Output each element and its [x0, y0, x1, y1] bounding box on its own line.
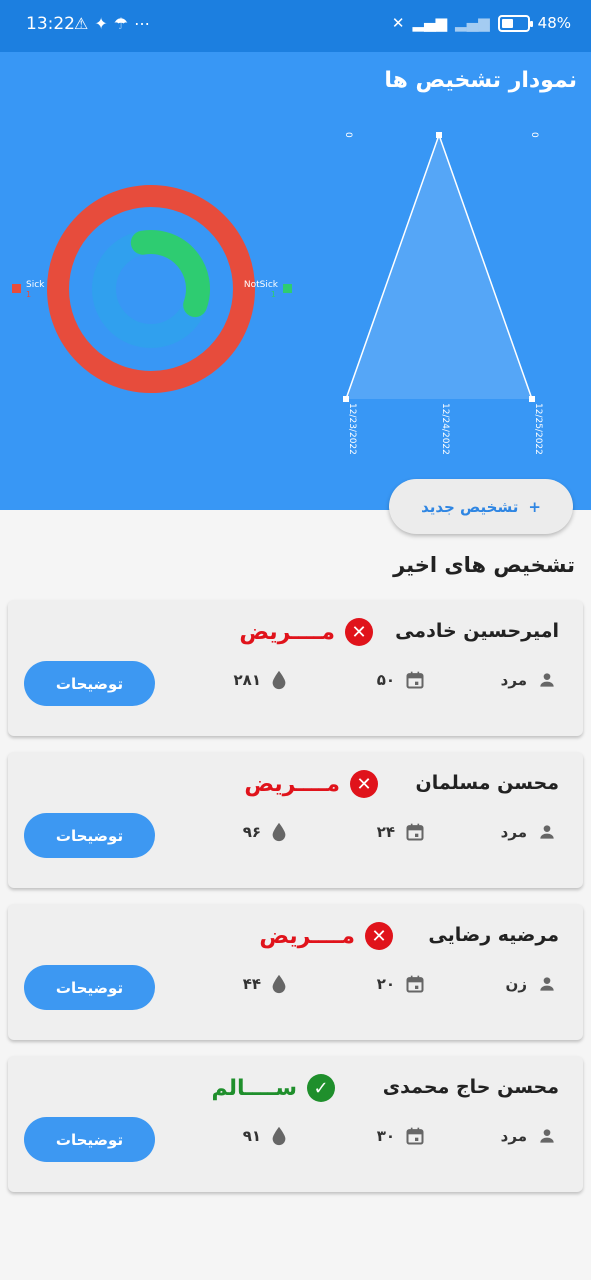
check-icon: ✓: [307, 1074, 335, 1102]
sugar-value: ۹۶: [242, 823, 261, 841]
age-value: ۳۰: [376, 1127, 395, 1145]
person-icon: [537, 822, 557, 842]
patient-name: مرضیه رضایی: [428, 924, 559, 946]
gender-value: مرد: [500, 671, 527, 689]
legend-sick-value: 1: [26, 290, 31, 299]
sugar-value: ۴۴: [242, 975, 261, 993]
sugar-info: ۴۴: [243, 974, 287, 994]
warning-icon: ⚠: [74, 14, 95, 33]
status-bar: 13:22 ⚠✦☂⋯ ✕ ▂▄▆ ▂▄▆ 48%: [0, 0, 591, 52]
age-info: ۲۴: [377, 822, 425, 842]
age-info: ۵۰: [377, 670, 425, 690]
calendar-icon: [405, 974, 425, 994]
area-point: [436, 132, 442, 138]
legend-notsick-value: 1: [271, 290, 276, 299]
area-x-label: 12/23/2022: [347, 403, 357, 455]
error-icon: ✕: [365, 922, 393, 950]
sugar-value: ۹۱: [242, 1127, 261, 1145]
details-button[interactable]: توضیحات: [24, 1117, 155, 1162]
details-button[interactable]: توضیحات: [24, 813, 155, 858]
diagnosis-card: محسن حاج محمدی ✓ ســــالم مرد ۳۰ ۹۱ توضیحات: [8, 1056, 583, 1192]
chart-panel: Sick 1 NotSick 1 12/23/2022 12/24/2022 12/25/…: [0, 52, 591, 510]
status-text: مــــریض: [244, 771, 340, 797]
sugar-info: ۹۱: [243, 1126, 287, 1146]
area-top-label: 0: [343, 132, 353, 138]
status-badge: ✕ مــــریض: [239, 618, 373, 646]
signal-icon-2: ▂▄▆: [455, 14, 490, 32]
sugar-value: ۲۸۱: [233, 671, 261, 689]
calendar-icon: [405, 1126, 425, 1146]
legend-sick-swatch: [12, 284, 21, 293]
chart-title: نمودار تشخیص ها: [384, 68, 577, 93]
gender-info: مرد: [501, 670, 557, 690]
error-icon: ✕: [345, 618, 373, 646]
age-value: ۲۴: [376, 823, 395, 841]
patient-name: محسن مسلمان: [415, 772, 559, 794]
error-icon: ✕: [350, 770, 378, 798]
donut-segment-notsick: [130, 230, 210, 318]
new-diagnosis-button[interactable]: + تشخیص جدید: [389, 479, 573, 534]
drop-icon: [271, 1126, 287, 1146]
drop-icon: [271, 974, 287, 994]
diagnosis-card: مرضیه رضایی ✕ مــــریض زن ۲۰ ۴۴ توضیحات: [8, 904, 583, 1040]
gender-info: مرد: [501, 822, 557, 842]
status-right: ✕ ▂▄▆ ▂▄▆ 48%: [392, 14, 571, 32]
twitter-icon: ✦: [94, 14, 114, 33]
area-fill: [346, 135, 532, 399]
drop-icon: [271, 822, 287, 842]
calendar-icon: [405, 822, 425, 842]
battery-text: 48%: [537, 14, 571, 32]
plus-icon: +: [528, 497, 541, 516]
age-info: ۳۰: [377, 1126, 425, 1146]
diagnosis-card: محسن مسلمان ✕ مــــریض مرد ۲۴ ۹۶ توضیحات: [8, 752, 583, 888]
legend-sick-label: Sick: [26, 280, 45, 290]
legend-notsick-swatch: [283, 284, 292, 293]
status-badge: ✕ مــــریض: [259, 922, 393, 950]
person-icon: [537, 670, 557, 690]
area-point: [529, 396, 535, 402]
status-text: ســــالم: [211, 1075, 298, 1101]
area-x-label: 12/25/2022: [533, 403, 543, 455]
new-diagnosis-label: تشخیص جدید: [421, 497, 519, 516]
age-value: ۵۰: [376, 671, 395, 689]
status-time: 13:22: [26, 14, 75, 34]
notification-icon: ☂: [113, 14, 135, 33]
gender-value: زن: [505, 975, 527, 993]
age-value: ۲۰: [376, 975, 395, 993]
charts-svg: Sick1NotSick1 12/23/2022 12/24/2022 12/25/…: [12, 132, 543, 455]
area-top-label: 0: [529, 132, 539, 138]
gender-info: مرد: [501, 1126, 557, 1146]
diagnosis-card: امیرحسین خادمی ✕ مــــریض مرد ۵۰ ۲۸۱ توضیحات: [8, 600, 583, 736]
calendar-icon: [405, 670, 425, 690]
person-icon: [537, 1126, 557, 1146]
sugar-info: ۲۸۱: [234, 670, 287, 690]
details-button[interactable]: توضیحات: [24, 965, 155, 1010]
mute-icon: ✕: [391, 14, 405, 32]
donut-chart: Sick1NotSick1: [12, 185, 292, 393]
more-icon: ⋯: [134, 14, 157, 33]
area-x-label: 12/24/2022: [440, 403, 450, 455]
recent-title: تشخیص های اخیر: [393, 553, 575, 577]
details-button[interactable]: توضیحات: [24, 661, 155, 706]
donut-segment-sick: [47, 185, 255, 393]
area-point: [343, 396, 349, 402]
status-text: مــــریض: [239, 619, 335, 645]
gender-info: زن: [506, 974, 557, 994]
person-icon: [537, 974, 557, 994]
gender-value: مرد: [500, 1127, 527, 1145]
status-notification-icons: ⚠✦☂⋯: [74, 14, 156, 33]
drop-icon: [271, 670, 287, 690]
age-info: ۲۰: [377, 974, 425, 994]
legend-notsick-label: NotSick: [244, 280, 279, 290]
area-chart: 12/23/2022 12/24/2022 12/25/2022 0 0: [343, 132, 543, 455]
gender-value: مرد: [500, 823, 527, 841]
battery-icon: [497, 14, 533, 32]
status-badge: ✕ مــــریض: [244, 770, 378, 798]
patient-name: امیرحسین خادمی: [395, 620, 559, 642]
sugar-info: ۹۶: [243, 822, 287, 842]
status-text: مــــریض: [259, 923, 355, 949]
status-badge: ✓ ســــالم: [211, 1074, 335, 1102]
signal-icon: ▂▄▆: [412, 14, 448, 32]
patient-name: محسن حاج محمدی: [382, 1076, 559, 1098]
